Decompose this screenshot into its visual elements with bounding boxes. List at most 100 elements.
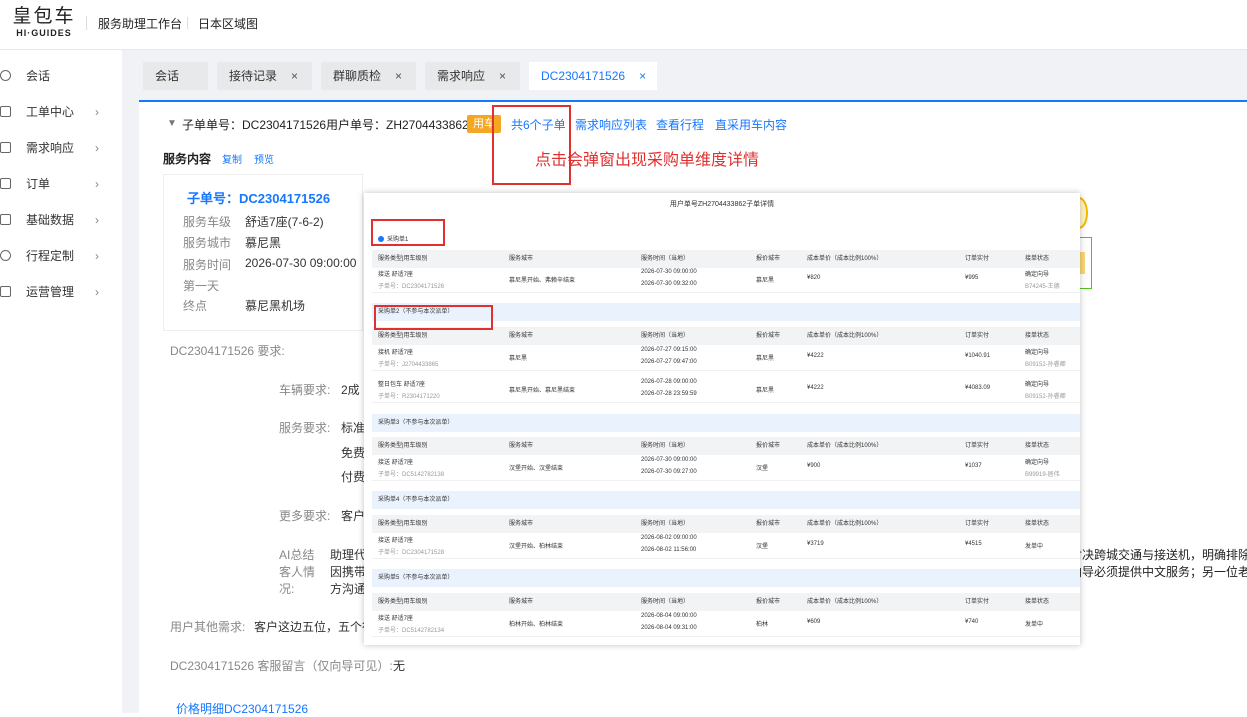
- sidebar-item-2[interactable]: 需求响应 ›: [0, 136, 122, 160]
- card-field-value: 慕尼黑: [245, 236, 282, 250]
- quote-city: 慕尼黑: [756, 356, 775, 362]
- service-type: 接机 舒适7座: [378, 350, 414, 356]
- close-icon[interactable]: ×: [291, 69, 298, 83]
- user-order-number: 用户单号：ZH2704433862: [326, 118, 469, 132]
- link-response-list[interactable]: 需求响应列表: [575, 116, 647, 133]
- user-other-value: 客户这边五位，五个行: [254, 620, 375, 634]
- service-city: 柏林开始、柏林结束: [509, 622, 564, 628]
- preview-link[interactable]: 预览: [254, 151, 274, 166]
- sidebar-item-label: 订单: [26, 177, 51, 191]
- purchase-order-header: 采购单3（不参与本次派单）: [372, 414, 1080, 432]
- quote-city: 汉堡: [756, 544, 769, 550]
- close-icon[interactable]: ×: [395, 69, 402, 83]
- tab-label: 接待记录: [229, 69, 278, 83]
- guide-id: B09152-孙睿卿: [1025, 362, 1066, 368]
- copy-link[interactable]: 复制: [222, 151, 242, 166]
- annotation-box: [492, 105, 571, 185]
- price-detail-link[interactable]: 价格明细DC2304171526: [176, 700, 308, 717]
- requirements-title: DC2304171526 要求:: [170, 344, 285, 358]
- close-icon[interactable]: ×: [499, 69, 506, 83]
- close-icon[interactable]: ×: [639, 69, 646, 83]
- service-time-end: 2026-08-02 11:56:00: [641, 547, 697, 553]
- link-direct-car[interactable]: 直采用车内容: [715, 116, 787, 133]
- service-time-start: 2026-07-27 09:15:00: [641, 347, 697, 353]
- tab-reception-records[interactable]: 接待记录 ×: [217, 62, 312, 90]
- annotation-text: 点击会弹窗出现采购单维度详情: [535, 152, 760, 169]
- brand-logo[interactable]: 皇包车 HI·GUIDES: [12, 6, 76, 38]
- purchase-order-header: 采购单5（不参与本次派单）: [372, 569, 1080, 587]
- divider: [86, 16, 87, 30]
- ai-summary-right: 向导必须提供中文服务；另一位老相: [1070, 565, 1247, 579]
- sidebar-item-1[interactable]: 工单中心 ›: [0, 100, 122, 124]
- tab-chat[interactable]: 会话: [143, 62, 208, 90]
- card-field-value: 慕尼黑机场: [245, 299, 306, 313]
- card-title: 子单号：DC2304171526: [187, 191, 331, 206]
- vehicle-value: 2成: [341, 383, 360, 397]
- cs-note-value: 无: [393, 659, 406, 673]
- tab-label: 会话: [155, 69, 180, 83]
- tab-group-qc[interactable]: 群聊质检 ×: [321, 62, 416, 90]
- nav-japan-map[interactable]: 日本区域图: [198, 15, 258, 32]
- annotation-box: [374, 305, 493, 330]
- sidebar-item-label: 工单中心: [26, 105, 75, 119]
- service-line: 标准: [341, 421, 366, 435]
- top-bar: 皇包车 HI·GUIDES 服务助理工作台 日本区域图: [0, 0, 1247, 50]
- data-icon: [0, 214, 11, 225]
- quote-city: 汉堡: [756, 466, 769, 472]
- guide-id: B09152-孙睿卿: [1025, 394, 1066, 400]
- service-time-start: 2026-07-28 09:00:00: [641, 379, 697, 385]
- service-line: 免费: [341, 446, 366, 460]
- service-time-end: 2026-08-04 09:31:00: [641, 625, 697, 631]
- service-title: 服务内容: [163, 152, 212, 166]
- sidebar-item-6[interactable]: 运营管理 ›: [0, 280, 122, 304]
- service-line: 付费: [341, 470, 366, 484]
- sidebar-item-label: 运营管理: [26, 285, 75, 299]
- response-icon: [0, 142, 11, 153]
- card-field-label: 服务时间: [183, 258, 232, 272]
- card-field-value: 舒适7座(7-6-2): [245, 215, 324, 229]
- ai-summary-right: 对决跨城交通与接送机，明确排除司: [1070, 548, 1247, 562]
- order-status: 确定向导: [1025, 382, 1050, 388]
- service-type: 接送 舒适7座: [378, 616, 414, 622]
- ai-label: AI总结: [279, 548, 315, 562]
- annotation-box: [371, 219, 445, 246]
- sub-order-no: 子单号：R2304171220: [378, 394, 440, 400]
- service-type: 接送 舒适7座: [378, 460, 414, 466]
- quote-city: 慕尼黑: [756, 388, 775, 394]
- cs-note-label: DC2304171526 客服留言（仅向导可见）:: [170, 659, 393, 673]
- service-type: 整日包车 舒适7座: [378, 382, 426, 388]
- sidebar-item-5[interactable]: 行程定制 ›: [0, 244, 122, 268]
- service-time-end: 2026-07-30 09:27:00: [641, 469, 697, 475]
- tab-demand-response[interactable]: 需求响应 ×: [425, 62, 520, 90]
- tab-label: DC2304171526: [541, 69, 626, 83]
- brand-name-en: HI·GUIDES: [16, 28, 72, 38]
- service-city: 慕尼黑开始、慕尼黑结束: [509, 388, 576, 394]
- sidebar-item-label: 需求响应: [26, 141, 75, 155]
- guide-id: B74245-王德: [1025, 284, 1060, 290]
- quote-city: 柏林: [756, 622, 769, 628]
- service-time-start: 2026-08-04 09:00:00: [641, 613, 697, 619]
- more-value: 客户: [341, 509, 366, 523]
- chevron-right-icon: ›: [95, 285, 99, 299]
- link-view-itinerary[interactable]: 查看行程: [656, 116, 704, 133]
- order-icon: [0, 178, 11, 189]
- paid-amount: ¥1040.91: [965, 353, 991, 359]
- divider: [187, 17, 188, 29]
- more-label: 更多要求:: [279, 509, 331, 523]
- vehicle-label: 车辆要求:: [279, 383, 331, 397]
- sidebar-item-0[interactable]: 会话: [0, 64, 122, 88]
- order-status: 确定向导: [1025, 460, 1050, 466]
- sub-order-no: 子单号：DC5142782138: [378, 472, 445, 478]
- nav-workbench[interactable]: 服务助理工作台: [98, 15, 182, 32]
- paid-amount: ¥1037: [965, 463, 982, 469]
- route-icon: [0, 250, 11, 261]
- tab-dc2304171526[interactable]: DC2304171526 ×: [529, 62, 657, 90]
- collapse-caret-icon[interactable]: ▼: [167, 118, 177, 129]
- sidebar-item-label: 基础数据: [26, 213, 75, 227]
- paid-amount: ¥995: [965, 275, 979, 281]
- ai-line: 因携带: [330, 565, 367, 579]
- service-time-start: 2026-07-30 09:00:00: [641, 269, 697, 275]
- chevron-right-icon: ›: [95, 141, 99, 155]
- sidebar-item-3[interactable]: 订单 ›: [0, 172, 122, 196]
- sidebar-item-4[interactable]: 基础数据 ›: [0, 208, 122, 232]
